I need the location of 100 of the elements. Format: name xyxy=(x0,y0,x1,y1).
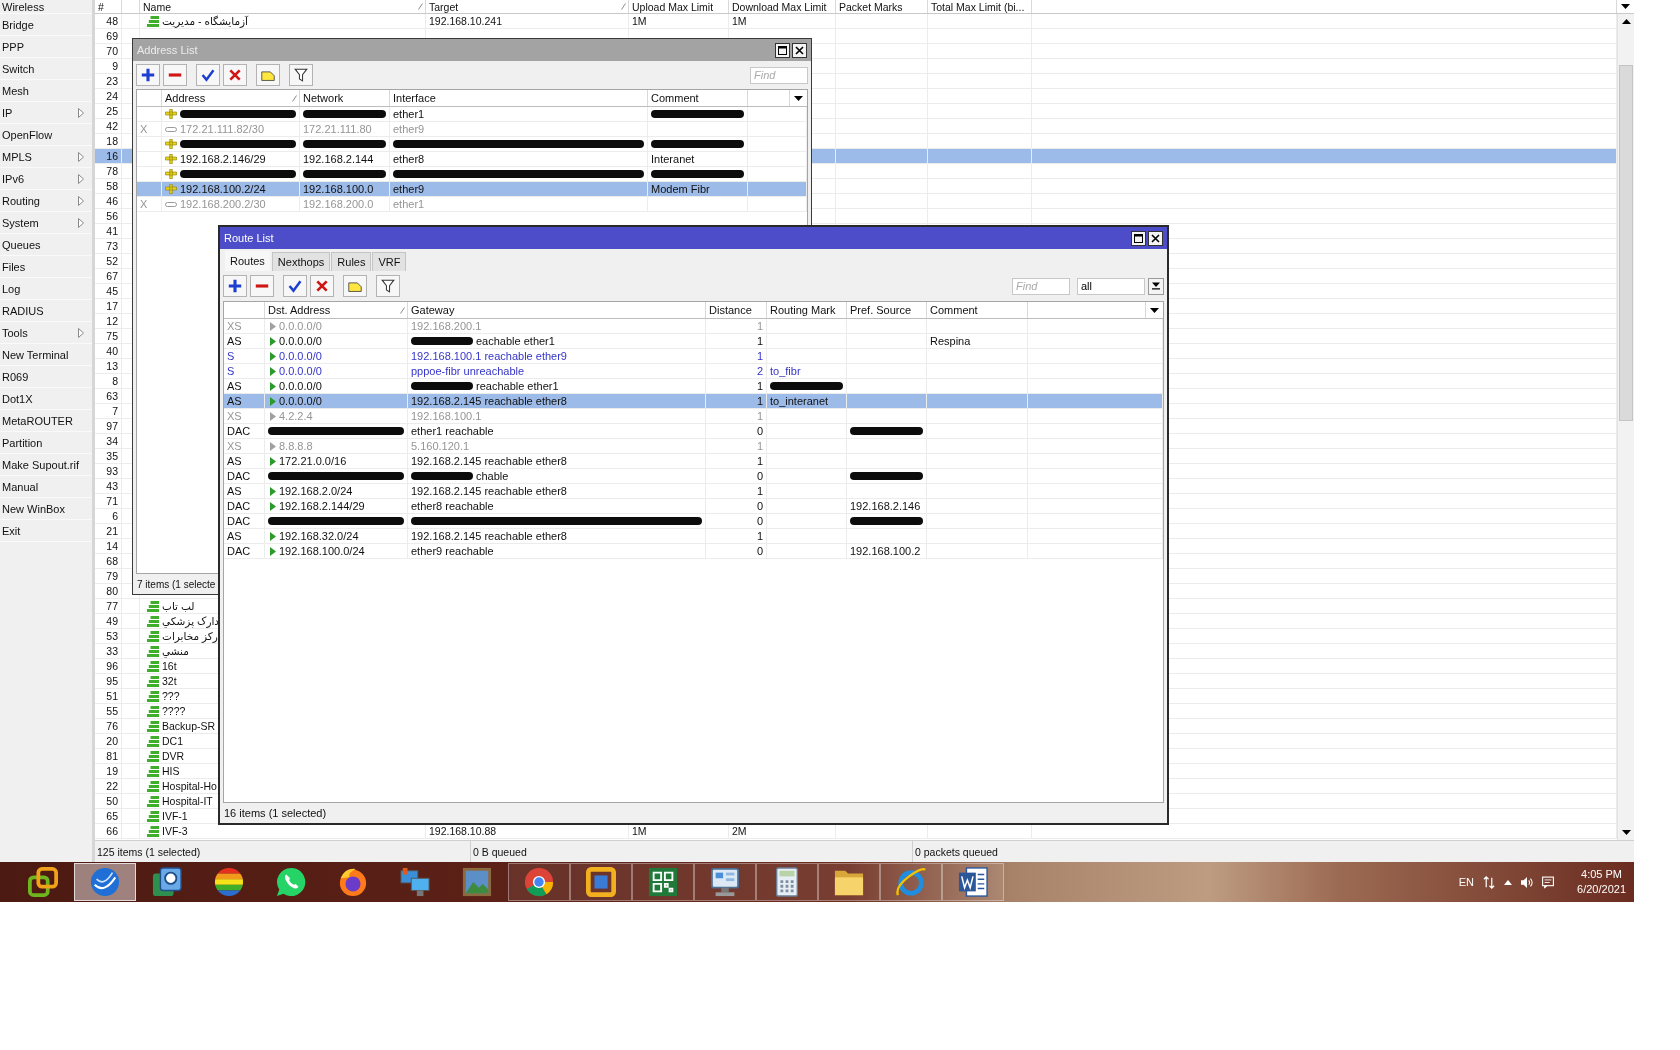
column-header[interactable]: Download Max Limit xyxy=(729,0,836,13)
row-number[interactable]: 21 xyxy=(95,524,122,538)
row-number[interactable]: 71 xyxy=(95,494,122,508)
find-field[interactable]: Find xyxy=(1012,277,1070,295)
row-number[interactable]: 45 xyxy=(95,284,122,298)
row-number[interactable]: 52 xyxy=(95,254,122,268)
close-button[interactable] xyxy=(1148,230,1163,246)
column-header[interactable]: Distance xyxy=(706,302,767,318)
disable-button[interactable] xyxy=(310,275,334,297)
row-number[interactable]: 77 xyxy=(95,599,122,613)
enable-button[interactable] xyxy=(196,64,220,86)
row-number[interactable]: 58 xyxy=(95,179,122,193)
menu-item[interactable]: Routing xyxy=(0,190,92,212)
row-number[interactable]: 7 xyxy=(95,404,122,418)
row-number[interactable]: 25 xyxy=(95,104,122,118)
table-row[interactable]: AS 192.168.2.0/24 192.168.2.145 reachable ether8 1 xyxy=(224,484,1163,499)
menu-item[interactable]: Switch xyxy=(0,58,92,80)
row-number[interactable]: 97 xyxy=(95,419,122,433)
tab[interactable]: Routes xyxy=(224,250,271,271)
row-number[interactable]: 46 xyxy=(95,194,122,208)
row-number[interactable]: 81 xyxy=(95,749,122,763)
column-header[interactable]: Total Max Limit (bi... xyxy=(928,0,1032,13)
column-header[interactable]: Dst. Address xyxy=(265,302,408,318)
column-header[interactable]: Target xyxy=(426,0,629,13)
scrollbar[interactable] xyxy=(1617,14,1634,840)
menu-item[interactable]: Wireless xyxy=(0,0,92,14)
column-header[interactable]: Packet Marks xyxy=(836,0,928,13)
row-number[interactable]: 14 xyxy=(95,539,122,553)
menu-item[interactable]: PPP xyxy=(0,36,92,58)
taskbar-button[interactable] xyxy=(818,863,880,901)
row-number[interactable]: 63 xyxy=(95,389,122,403)
table-row[interactable]: S 0.0.0.0/0 pppoe-fibr unreachable 2 to_fibr xyxy=(224,364,1163,379)
taskbar-button[interactable] xyxy=(694,863,756,901)
row-number[interactable]: 75 xyxy=(95,329,122,343)
column-header[interactable]: Routing Mark xyxy=(767,302,847,318)
menu-item[interactable]: Partition xyxy=(0,432,92,454)
menu-item[interactable]: R069 xyxy=(0,366,92,388)
table-row[interactable]: AS 192.168.32.0/24 192.168.2.145 reachable ether8 1 xyxy=(224,529,1163,544)
table-row[interactable]: DAC 192.168.2.144/29 ether8 reachable 0 192.168.2.146 xyxy=(224,499,1163,514)
maximize-button[interactable] xyxy=(775,42,790,58)
clock-date[interactable]: 6/20/2021 xyxy=(1577,882,1626,897)
row-number[interactable]: 65 xyxy=(95,809,122,823)
row-number[interactable]: 67 xyxy=(95,269,122,283)
menu-item[interactable]: Bridge xyxy=(0,14,92,36)
table-row[interactable]: DAC 0 xyxy=(224,514,1163,529)
row-number[interactable]: 6 xyxy=(95,509,122,523)
taskbar-button[interactable] xyxy=(942,863,1004,901)
row-number[interactable]: 96 xyxy=(95,659,122,673)
row-number[interactable]: 13 xyxy=(95,359,122,373)
add-button[interactable] xyxy=(223,275,247,297)
table-row[interactable]: 192.168.2.146/29 192.168.2.144 ether8 Interanet xyxy=(137,152,807,167)
table-row[interactable]: S 0.0.0.0/0 192.168.100.1 reachable ether9 1 xyxy=(224,349,1163,364)
row-number[interactable]: 68 xyxy=(95,554,122,568)
table-row[interactable]: 192.168.100.2/24 192.168.100.0 ether9 Modem Fibr xyxy=(137,182,807,197)
menu-item[interactable]: IP xyxy=(0,102,92,124)
table-row[interactable]: DAC ether1 reachable 0 xyxy=(224,424,1163,439)
row-number[interactable]: 18 xyxy=(95,134,122,148)
menu-item[interactable]: Log xyxy=(0,278,92,300)
message-icon[interactable] xyxy=(1542,875,1555,889)
row-number[interactable]: 34 xyxy=(95,434,122,448)
menu-item[interactable]: Files xyxy=(0,256,92,278)
speaker-icon[interactable] xyxy=(1521,875,1534,889)
caret-up-icon[interactable] xyxy=(1504,879,1513,885)
row-number[interactable]: 79 xyxy=(95,569,122,583)
row-number[interactable]: 20 xyxy=(95,734,122,748)
row-number[interactable]: 66 xyxy=(95,824,122,838)
column-header[interactable]: Address xyxy=(162,90,300,106)
menu-item[interactable]: Queues xyxy=(0,234,92,256)
row-number[interactable]: 43 xyxy=(95,479,122,493)
find-field[interactable]: Find xyxy=(750,66,808,84)
up-down-arrows-icon[interactable] xyxy=(1483,875,1496,889)
row-number[interactable]: 19 xyxy=(95,764,122,778)
row-number[interactable]: 42 xyxy=(95,119,122,133)
table-row[interactable]: AS 172.21.0.0/16 192.168.2.145 reachable ether8 1 xyxy=(224,454,1163,469)
row-number[interactable]: 40 xyxy=(95,344,122,358)
column-header[interactable]: Interface xyxy=(390,90,648,106)
row-number[interactable]: 93 xyxy=(95,464,122,478)
row-number[interactable]: 17 xyxy=(95,299,122,313)
menu-item[interactable]: Dot1X xyxy=(0,388,92,410)
add-button[interactable] xyxy=(136,64,160,86)
row-number[interactable]: 23 xyxy=(95,74,122,88)
column-header[interactable]: Comment xyxy=(927,302,1028,318)
row-number[interactable]: 53 xyxy=(95,629,122,643)
row-number[interactable]: 55 xyxy=(95,704,122,718)
menu-item[interactable]: Tools xyxy=(0,322,92,344)
column-header[interactable]: Upload Max Limit xyxy=(629,0,729,13)
column-header[interactable]: Name xyxy=(140,0,426,13)
menu-item[interactable]: Mesh xyxy=(0,80,92,102)
close-button[interactable] xyxy=(792,42,807,58)
row-number[interactable]: 76 xyxy=(95,719,122,733)
tab[interactable]: Nexthops xyxy=(271,252,331,271)
column-header[interactable]: Comment xyxy=(648,90,748,106)
menu-item[interactable]: Exit xyxy=(0,520,92,542)
menu-item[interactable]: RADIUS xyxy=(0,300,92,322)
tab[interactable]: Rules xyxy=(331,252,372,271)
row-number[interactable]: 70 xyxy=(95,44,122,58)
row-number[interactable]: 48 xyxy=(95,14,122,28)
menu-item[interactable]: MetaROUTER xyxy=(0,410,92,432)
remove-button[interactable] xyxy=(250,275,274,297)
row-number[interactable]: 22 xyxy=(95,779,122,793)
